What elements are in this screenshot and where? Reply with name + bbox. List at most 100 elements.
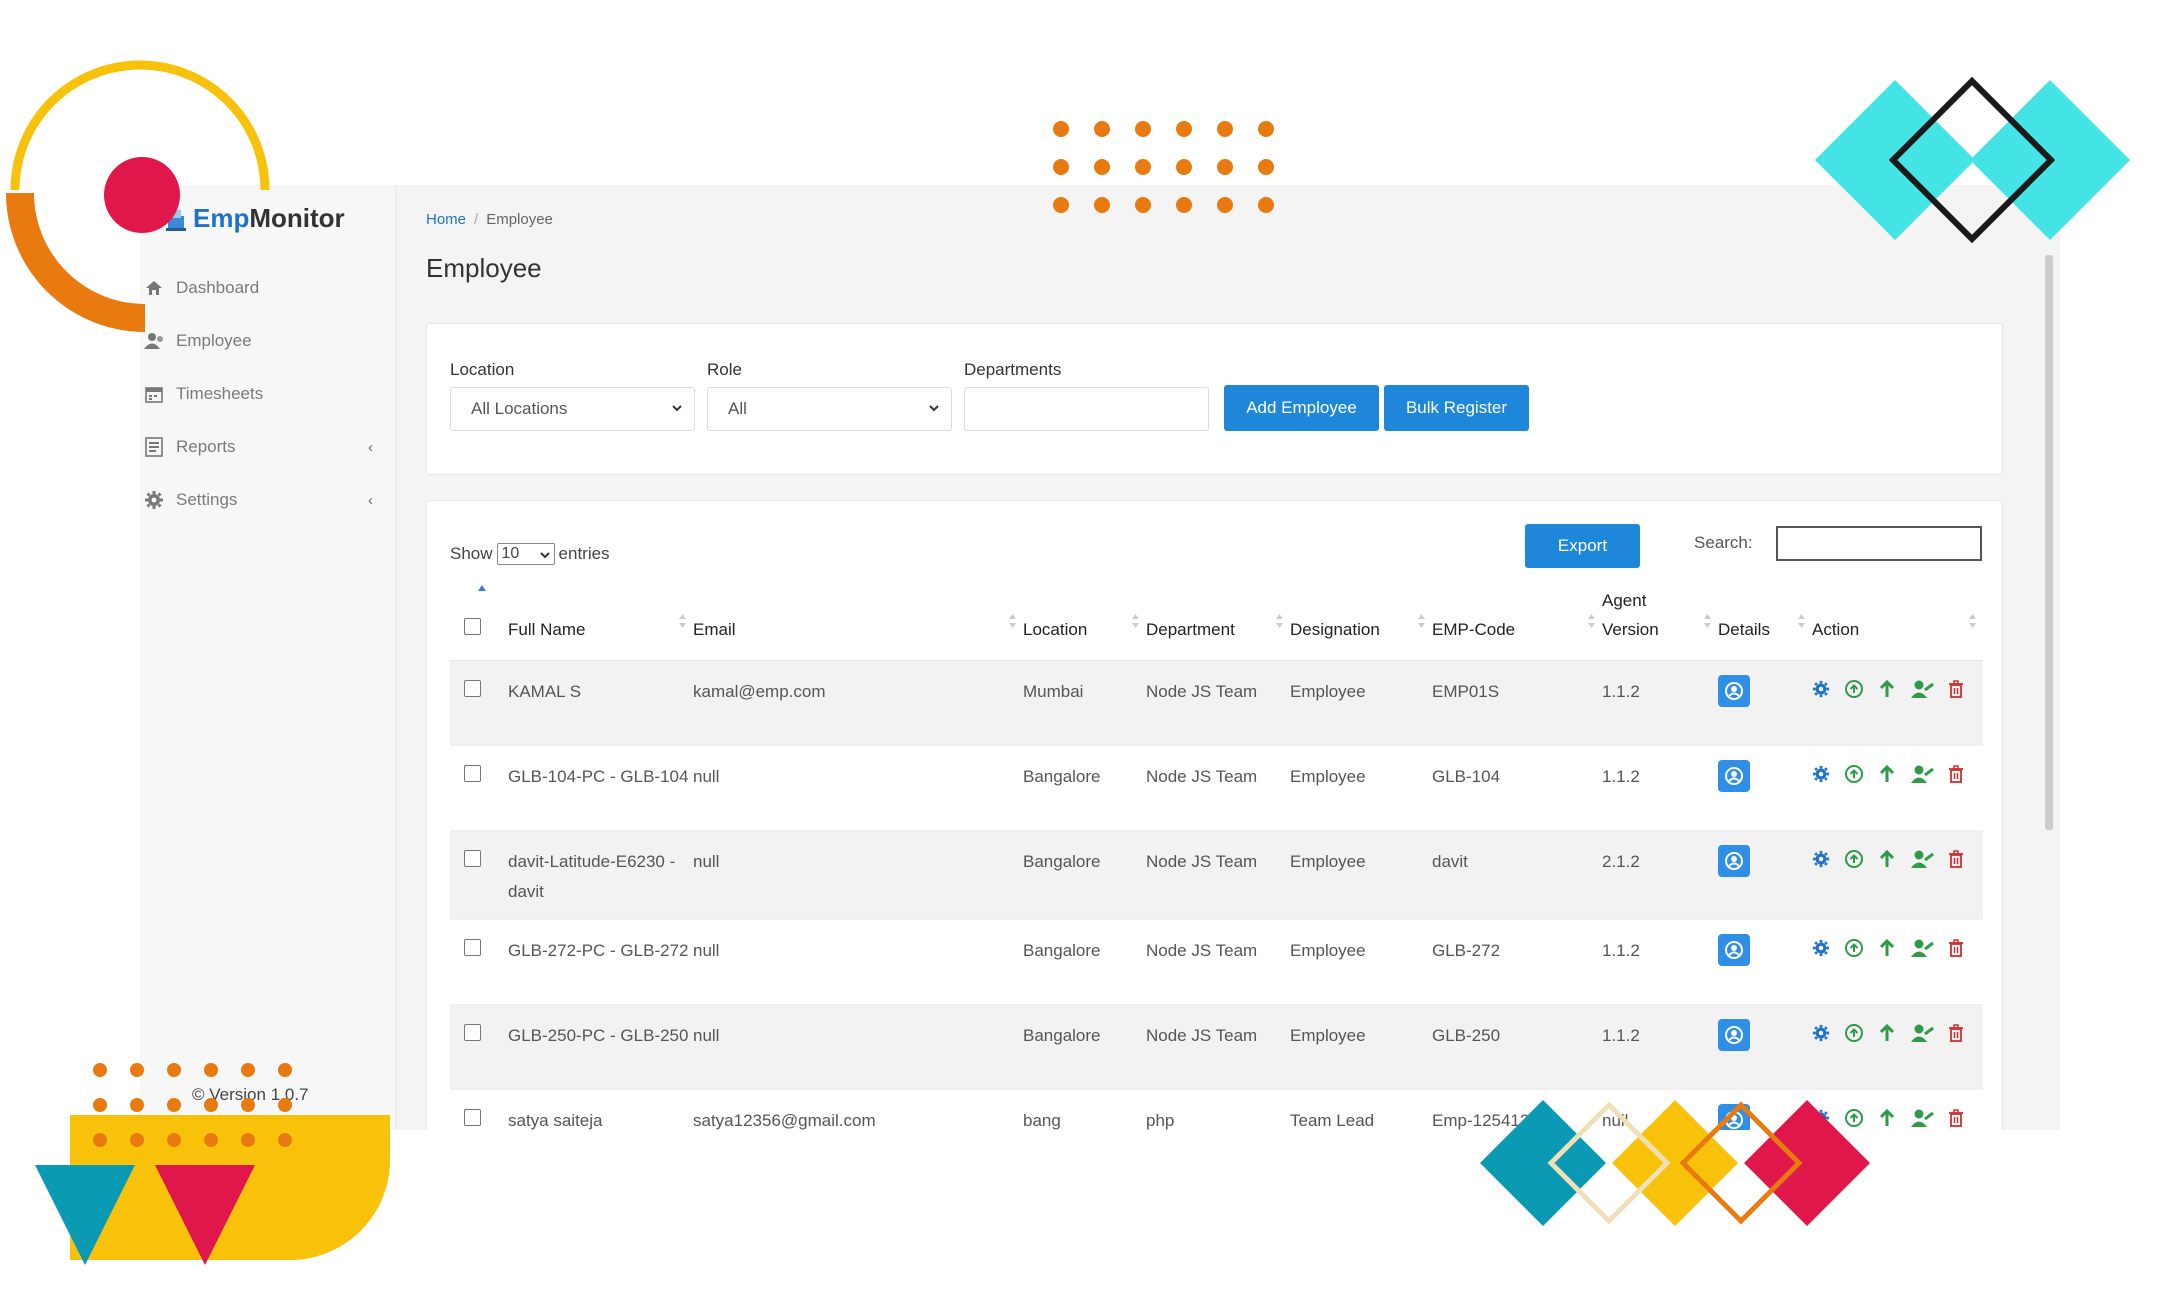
scrollbar[interactable] [2045, 255, 2053, 830]
arrow-up-icon[interactable] [1878, 679, 1896, 699]
settings-icon[interactable] [1812, 939, 1830, 957]
user-edit-icon[interactable] [1910, 679, 1934, 699]
add-employee-button[interactable]: Add Employee [1224, 385, 1379, 431]
arrow-up-icon[interactable] [1878, 764, 1896, 784]
row-checkbox[interactable] [464, 765, 481, 782]
main-content: Home / Employee Employee Location All Loca… [426, 185, 2046, 1130]
breadcrumb-current: Employee [486, 211, 553, 228]
column-emp-code[interactable]: EMP-Code [1432, 586, 1602, 661]
column-email[interactable]: Email [693, 586, 1023, 661]
details-button[interactable] [1718, 1019, 1750, 1051]
cell-department: Node JS Team [1146, 1004, 1290, 1090]
trash-icon[interactable] [1948, 850, 1964, 868]
sidebar-item-label: Reports [176, 437, 236, 456]
row-checkbox[interactable] [464, 850, 481, 867]
arrow-up-icon[interactable] [1878, 1023, 1896, 1043]
column-full-name[interactable]: Full Name [508, 586, 693, 661]
settings-icon[interactable] [1812, 850, 1830, 868]
column-location[interactable]: Location [1023, 586, 1146, 661]
cell-emp-code: GLB-104 [1432, 745, 1602, 831]
sidebar-item-reports[interactable]: Reports ‹ [140, 427, 395, 467]
cell-emp-code: GLB-250 [1432, 1004, 1602, 1090]
settings-icon[interactable] [1812, 765, 1830, 783]
column-action[interactable]: Action [1812, 586, 1983, 661]
entries-select[interactable]: 10 [496, 543, 555, 565]
role-label: Role [707, 360, 742, 379]
column-label: Designation [1290, 620, 1380, 639]
breadcrumb-home[interactable]: Home [426, 211, 466, 228]
cell-full-name: GLB-250-PC - GLB-250 [508, 1004, 693, 1090]
settings-icon[interactable] [1812, 1024, 1830, 1042]
settings-icon[interactable] [1812, 680, 1830, 698]
trash-icon[interactable] [1948, 1109, 1964, 1127]
cell-agent-version: 1.1.2 [1602, 660, 1718, 746]
sidebar-item-settings[interactable]: Settings ‹ [140, 480, 395, 520]
location-select[interactable]: All Locations [450, 387, 695, 431]
trash-icon[interactable] [1948, 1024, 1964, 1042]
trash-icon[interactable] [1948, 939, 1964, 957]
decorative-shapes-bottom-left [35, 1063, 390, 1265]
table-row[interactable]: davit-Latitude-E6230 - davit null Bangalor… [450, 830, 1983, 920]
cell-location: Bangalore [1023, 745, 1146, 831]
details-button[interactable] [1718, 675, 1750, 707]
details-button[interactable] [1718, 760, 1750, 792]
row-checkbox[interactable] [464, 680, 481, 697]
user-edit-icon[interactable] [1910, 938, 1934, 958]
row-checkbox[interactable] [464, 1109, 481, 1126]
decorative-dots-top [1053, 121, 1274, 213]
table-row[interactable]: GLB-104-PC - GLB-104 null Bangalore Node JS… [450, 745, 1983, 831]
row-select-cell [450, 1089, 508, 1130]
row-checkbox[interactable] [464, 939, 481, 956]
table-row[interactable]: GLB-250-PC - GLB-250 null Bangalore Node JS… [450, 1004, 1983, 1090]
details-button[interactable] [1718, 934, 1750, 966]
table-row[interactable]: GLB-272-PC - GLB-272 null Bangalore Node JS… [450, 919, 1983, 1005]
departments-input[interactable] [964, 387, 1209, 431]
user-edit-icon[interactable] [1910, 764, 1934, 784]
trash-icon[interactable] [1948, 680, 1964, 698]
cell-designation: Team Lead [1290, 1089, 1432, 1130]
user-circle-icon [1724, 940, 1744, 960]
user-edit-icon[interactable] [1910, 1023, 1934, 1043]
arrow-up-icon[interactable] [1878, 1108, 1896, 1128]
search-input[interactable] [1776, 526, 1982, 561]
column-label: Action [1812, 620, 1860, 639]
calendar-icon [140, 385, 168, 403]
cell-action [1812, 1004, 1983, 1090]
column-label: Location [1023, 620, 1088, 639]
cell-emp-code: davit [1432, 830, 1602, 920]
export-button[interactable]: Export [1525, 524, 1640, 568]
column-agent-version[interactable]: Agent Version [1602, 586, 1718, 661]
trash-icon[interactable] [1948, 765, 1964, 783]
upgrade-circle-icon[interactable] [1844, 1023, 1864, 1043]
sort-icon [1418, 614, 1425, 628]
chevron-down-icon [929, 405, 939, 412]
upgrade-circle-icon[interactable] [1844, 849, 1864, 869]
sidebar-item-label: Settings [176, 490, 238, 509]
arrow-up-icon[interactable] [1878, 938, 1896, 958]
cell-full-name: KAMAL S [508, 660, 693, 746]
sort-icon [1132, 614, 1139, 628]
table-row[interactable]: KAMAL Skamal@emp.com Mumbai Node JS Team Em… [450, 660, 1983, 746]
action-group [1812, 764, 1983, 784]
sidebar-item-timesheets[interactable]: Timesheets [140, 374, 395, 414]
details-button[interactable] [1718, 845, 1750, 877]
upgrade-circle-icon[interactable] [1844, 764, 1864, 784]
bulk-register-button[interactable]: Bulk Register [1384, 385, 1529, 431]
arrow-up-icon[interactable] [1878, 849, 1896, 869]
role-select[interactable]: All [707, 387, 952, 431]
cell-agent-version: 1.1.2 [1602, 1004, 1718, 1090]
row-checkbox[interactable] [464, 1024, 481, 1041]
select-all-checkbox[interactable] [464, 618, 481, 635]
upgrade-circle-icon[interactable] [1844, 938, 1864, 958]
show-label: Show [450, 544, 493, 563]
column-designation[interactable]: Designation [1290, 586, 1432, 661]
departments-label: Departments [964, 360, 1062, 379]
column-department[interactable]: Department [1146, 586, 1290, 661]
column-details[interactable]: Details [1718, 586, 1812, 661]
cell-location: Bangalore [1023, 1004, 1146, 1090]
cell-action [1812, 745, 1983, 831]
user-edit-icon[interactable] [1910, 1108, 1934, 1128]
row-select-cell [450, 1004, 508, 1090]
user-edit-icon[interactable] [1910, 849, 1934, 869]
upgrade-circle-icon[interactable] [1844, 679, 1864, 699]
